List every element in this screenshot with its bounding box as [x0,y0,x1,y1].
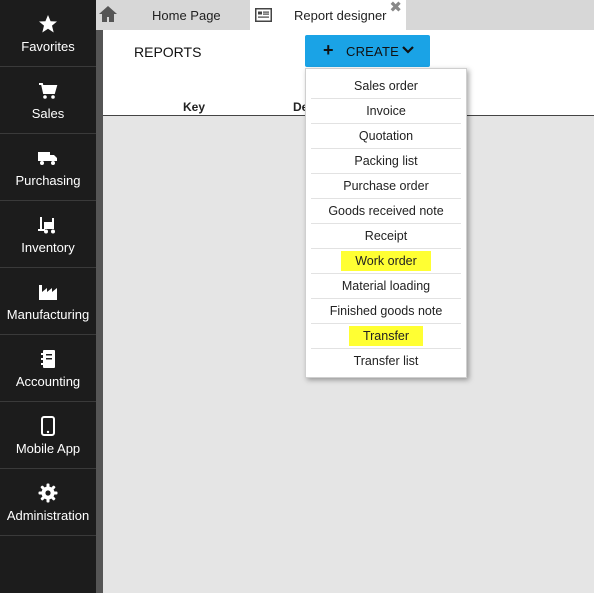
menu-item-label: Material loading [341,279,431,293]
menu-item-transfer-list[interactable]: Transfer list [311,349,461,373]
menu-item-label: Transfer [348,326,424,346]
sidebar: Favorites Sales Purchasing Inventory Man… [0,0,96,593]
sidebar-item-accounting[interactable]: Accounting [0,335,96,402]
page-title: REPORTS [134,44,202,60]
menu-item-transfer[interactable]: Transfer [311,324,461,349]
sidebar-item-mobile-app[interactable]: Mobile App [0,402,96,469]
sidebar-item-favorites[interactable]: Favorites [0,0,96,67]
tab-report-designer[interactable]: Report designer ✖ [250,0,406,31]
star-icon [38,13,58,35]
menu-item-label: Quotation [358,129,414,143]
sidebar-item-inventory[interactable]: Inventory [0,201,96,268]
menu-item-sales-order[interactable]: Sales order [311,74,461,99]
menu-item-purchase-order[interactable]: Purchase order [311,174,461,199]
menu-item-invoice[interactable]: Invoice [311,99,461,124]
phone-icon [41,415,55,437]
menu-item-label: Sales order [354,79,418,93]
column-header-description[interactable]: De [293,100,305,114]
report-icon [255,8,272,25]
menu-item-packing-list[interactable]: Packing list [311,149,461,174]
menu-item-label: Invoice [366,104,406,118]
sidebar-item-label: Sales [31,105,65,121]
ledger-icon [40,348,56,370]
sidebar-item-label: Inventory [21,239,75,255]
sidebar-item-manufacturing[interactable]: Manufacturing [0,268,96,335]
chevron-down-icon [401,43,415,60]
truck-icon [37,147,59,169]
menu-item-label: Receipt [364,229,408,243]
sidebar-edge [96,0,103,593]
sidebar-item-purchasing[interactable]: Purchasing [0,134,96,201]
menu-item-quotation[interactable]: Quotation [311,124,461,149]
close-icon[interactable]: ✖ [389,0,402,16]
menu-item-goods-received-note[interactable]: Goods received note [311,199,461,224]
gear-icon [38,482,58,504]
menu-item-receipt[interactable]: Receipt [311,224,461,249]
cart-icon [38,80,58,102]
sidebar-item-label: Accounting [15,373,81,389]
forklift-icon [38,214,58,236]
tab-home-page-label: Home Page [152,7,221,23]
create-dropdown-menu: Sales order Invoice Quotation Packing li… [305,68,467,378]
menu-item-label: Packing list [354,154,418,168]
plus-icon: + [323,40,334,60]
sidebar-item-label: Manufacturing [6,306,90,322]
sidebar-item-label: Mobile App [15,440,81,456]
create-button[interactable]: + CREATE [305,35,430,67]
menu-item-label: Purchase order [343,179,429,193]
sidebar-item-label: Favorites [21,38,75,54]
menu-item-label: Finished goods note [329,304,443,318]
home-icon[interactable] [98,5,118,25]
menu-item-work-order[interactable]: Work order [311,249,461,274]
menu-item-label: Goods received note [328,204,444,218]
sidebar-item-sales[interactable]: Sales [0,67,96,134]
create-button-label: CREATE [346,44,399,59]
tab-report-designer-label: Report designer [294,8,387,23]
sidebar-item-label: Purchasing [15,172,81,188]
sidebar-item-label: Administration [6,507,90,523]
sidebar-item-administration[interactable]: Administration [0,469,96,536]
factory-icon [38,281,58,303]
menu-item-label: Transfer list [353,354,419,368]
menu-item-finished-goods-note[interactable]: Finished goods note [311,299,461,324]
tab-home-page[interactable]: Home Page [124,0,246,30]
menu-item-material-loading[interactable]: Material loading [311,274,461,299]
menu-item-label: Work order [341,251,431,271]
column-header-key[interactable]: Key [183,100,205,114]
